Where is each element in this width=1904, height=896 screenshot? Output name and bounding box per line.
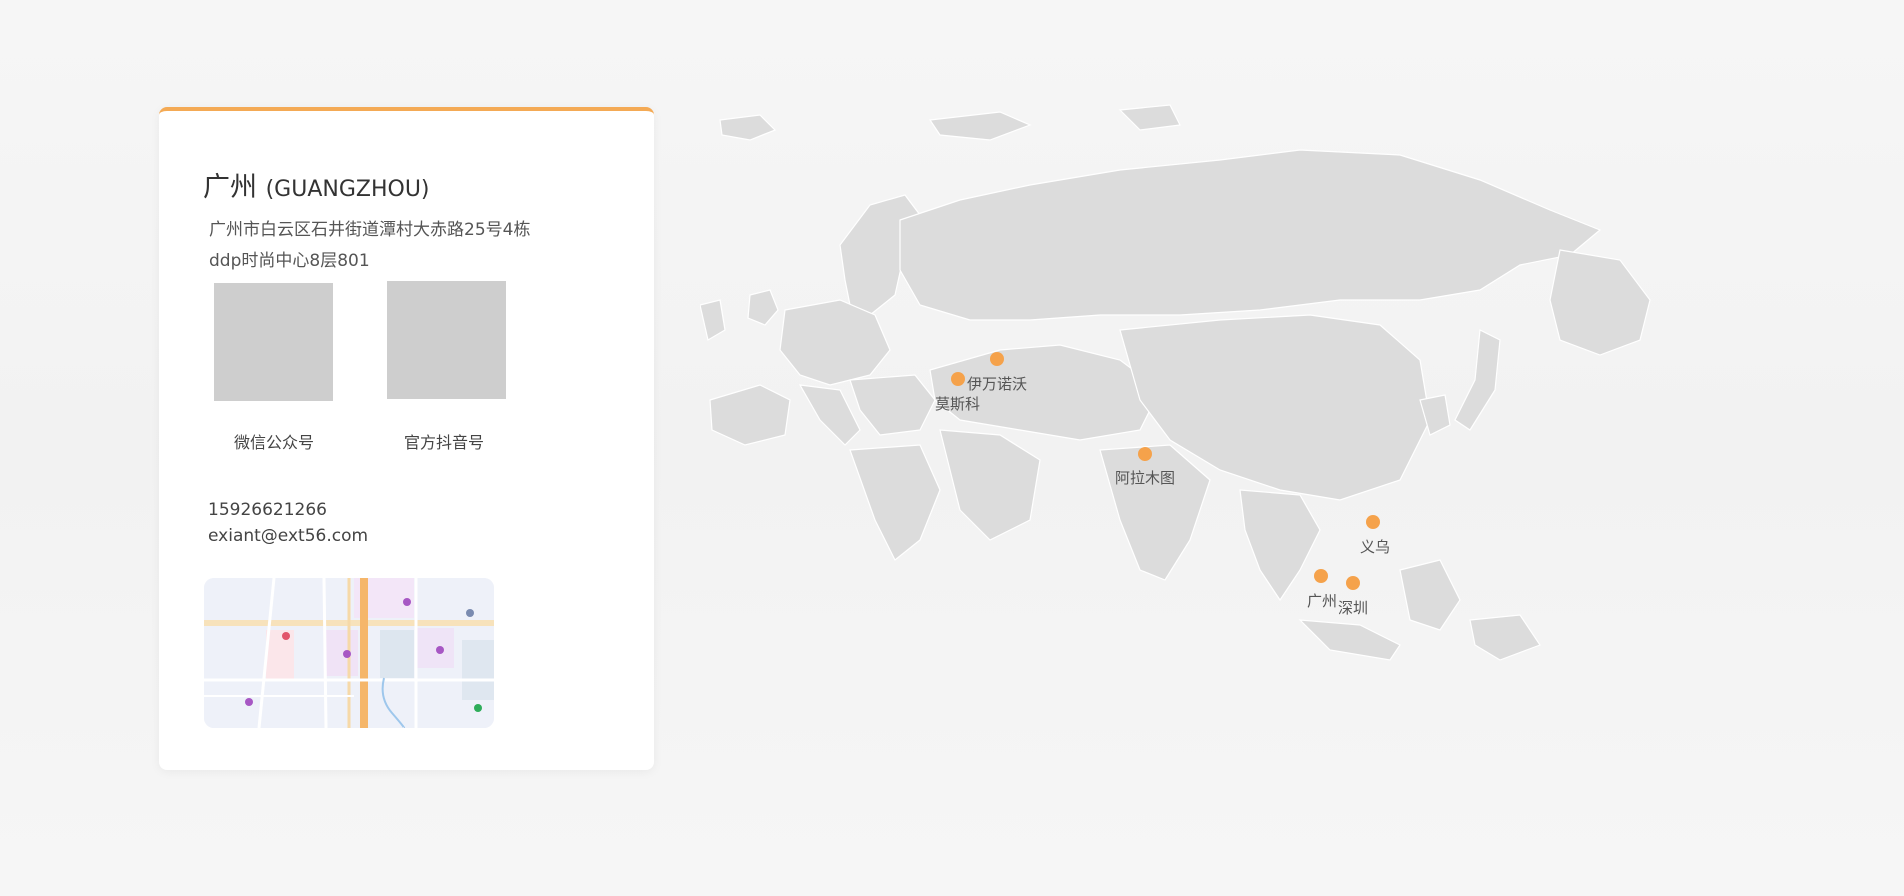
dot-almaty[interactable] bbox=[1138, 447, 1152, 461]
douyin-qr-label: 官方抖音号 bbox=[404, 433, 485, 452]
city-label-shenzhen: 深圳 bbox=[1338, 599, 1369, 617]
dot-yiwu[interactable] bbox=[1366, 515, 1380, 529]
office-card: 广州 (GUANGZHOU) 广州市白云区石井街道潭村大赤路25号4栋 ddp时… bbox=[159, 107, 654, 770]
wechat-qr-code bbox=[214, 283, 333, 401]
email-address[interactable]: exiant@ext56.com bbox=[208, 523, 368, 549]
city-label-yiwu: 义乌 bbox=[1360, 538, 1391, 556]
location-mini-map[interactable] bbox=[204, 578, 494, 728]
contact-info: 15926621266 exiant@ext56.com bbox=[208, 497, 368, 549]
office-address: 广州市白云区石井街道潭村大赤路25号4栋 ddp时尚中心8层801 bbox=[209, 215, 609, 277]
city-label-guangzhou: 广州 bbox=[1307, 592, 1338, 610]
city-label-moscow: 莫斯科 bbox=[935, 395, 981, 413]
wechat-qr-label: 微信公众号 bbox=[234, 433, 315, 452]
phone-number[interactable]: 15926621266 bbox=[208, 497, 368, 523]
dot-shenzhen[interactable] bbox=[1346, 576, 1360, 590]
dot-moscow[interactable] bbox=[951, 372, 965, 386]
office-title: 广州 (GUANGZHOU) bbox=[203, 165, 430, 204]
office-city-cn: 广州 bbox=[203, 172, 257, 203]
world-map bbox=[700, 104, 1651, 661]
douyin-qr-code bbox=[387, 281, 506, 399]
office-city-en: (GUANGZHOU) bbox=[265, 177, 430, 202]
city-label-ivanovo: 伊万诺沃 bbox=[967, 375, 1028, 393]
dot-ivanovo[interactable] bbox=[990, 352, 1004, 366]
address-line-2: ddp时尚中心8层801 bbox=[209, 251, 370, 271]
dot-guangzhou[interactable] bbox=[1314, 569, 1328, 583]
city-label-almaty: 阿拉木图 bbox=[1115, 469, 1176, 487]
address-line-1: 广州市白云区石井街道潭村大赤路25号4栋 bbox=[209, 220, 531, 240]
